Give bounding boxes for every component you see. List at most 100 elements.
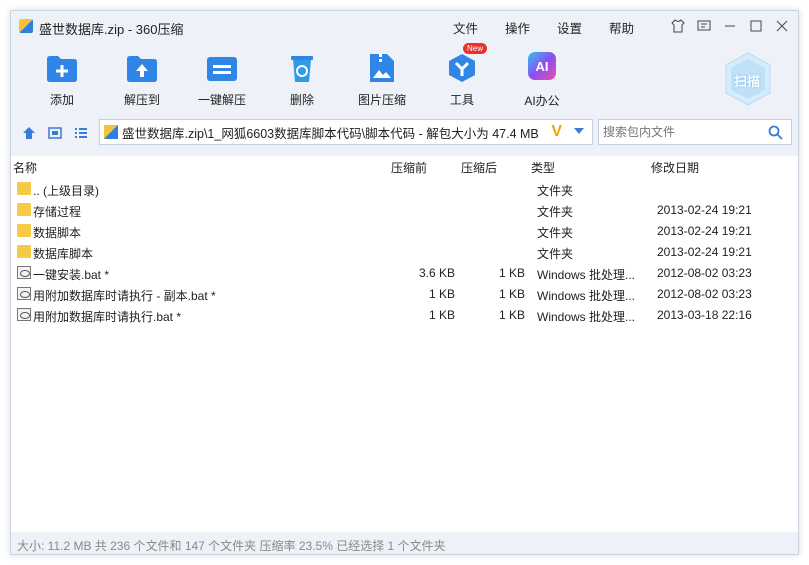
menu-file[interactable]: 文件 xyxy=(453,18,478,37)
column-type[interactable]: 类型 xyxy=(531,159,555,176)
extract-to-button[interactable]: 解压到 xyxy=(107,49,177,108)
minimize-icon[interactable] xyxy=(720,16,740,36)
column-modified[interactable]: 修改日期 xyxy=(651,159,699,176)
menu-operation[interactable]: 操作 xyxy=(505,18,530,37)
batch-file-icon xyxy=(17,287,31,300)
folder-icon xyxy=(17,245,31,258)
file-size-after: 1 KB xyxy=(498,308,525,322)
verified-v-icon: V xyxy=(551,123,562,140)
table-row[interactable]: 数据脚本 文件夹 2013-02-24 19:21 xyxy=(11,220,798,241)
path-text: 盛世数据库.zip\1_网狐6603数据库脚本代码\脚本代码 - 解包大小为 4… xyxy=(122,126,539,141)
file-name: 一键安装.bat * xyxy=(33,268,110,282)
thumbnail-view-icon[interactable] xyxy=(47,125,63,141)
new-badge: New xyxy=(463,43,488,54)
image-compress-icon xyxy=(365,51,399,85)
file-name: 数据脚本 xyxy=(33,226,82,240)
image-compress-button[interactable]: 图片压缩 xyxy=(347,49,417,108)
file-name: 用附加数据库时请执行 - 副本.bat * xyxy=(33,289,216,303)
menu-help[interactable]: 帮助 xyxy=(609,18,634,37)
file-type: Windows 批处理... xyxy=(537,268,636,282)
image-compress-label: 图片压缩 xyxy=(357,93,406,107)
search-input[interactable] xyxy=(599,120,759,144)
tools-button[interactable]: New 工具 xyxy=(427,43,497,108)
one-click-extract-button[interactable]: 一键解压 xyxy=(187,49,257,108)
folder-icon xyxy=(17,203,31,216)
menu-bar: 文件 操作 设置 帮助 xyxy=(453,18,634,37)
folder-icon xyxy=(17,224,31,237)
file-name: .. (上级目录) xyxy=(33,184,99,198)
search-box xyxy=(598,119,792,145)
menu-settings[interactable]: 设置 xyxy=(557,18,582,37)
path-field[interactable]: 盛世数据库.zip\1_网狐6603数据库脚本代码\脚本代码 - 解包大小为 4… xyxy=(99,119,593,145)
add-button[interactable]: 添加 xyxy=(27,49,97,108)
address-bar: 盛世数据库.zip\1_网狐6603数据库脚本代码\脚本代码 - 解包大小为 4… xyxy=(11,119,798,147)
ai-office-icon: AI xyxy=(525,52,559,86)
file-date: 2013-02-24 19:21 xyxy=(657,245,752,259)
batch-file-icon xyxy=(17,308,31,321)
scan-button[interactable]: 扫描 xyxy=(722,51,774,107)
file-type: 文件夹 xyxy=(537,226,574,240)
file-name: 存储过程 xyxy=(33,205,82,219)
column-name[interactable]: 名称 xyxy=(13,159,37,176)
batch-file-icon xyxy=(17,266,31,279)
file-size-before: 1 KB xyxy=(428,287,455,301)
column-size-after[interactable]: 压缩后 xyxy=(461,159,497,176)
file-date: 2012-08-02 03:23 xyxy=(657,266,752,280)
table-row[interactable]: 用附加数据库时请执行.bat * 1 KB 1 KB Windows 批处理... 20… xyxy=(11,304,798,325)
file-size-before: 1 KB xyxy=(428,308,455,322)
delete-button[interactable]: 删除 xyxy=(267,49,337,108)
status-bar: 大小: 11.2 MB 共 236 个文件和 147 个文件夹 压缩率 23.5… xyxy=(17,539,446,553)
search-icon[interactable] xyxy=(768,125,783,140)
one-click-extract-icon xyxy=(205,51,239,85)
file-type: Windows 批处理... xyxy=(537,310,636,324)
file-type: 文件夹 xyxy=(537,205,574,219)
folder-icon xyxy=(17,182,31,195)
file-size-after: 1 KB xyxy=(498,287,525,301)
up-arrow-icon[interactable] xyxy=(21,125,37,141)
one-click-extract-label: 一键解压 xyxy=(197,93,246,107)
ai-logo: AI xyxy=(528,52,556,80)
list-view-icon[interactable] xyxy=(73,125,89,141)
extract-folder-icon xyxy=(125,51,159,85)
file-size-before: 3.6 KB xyxy=(418,266,455,280)
title-bar: 盛世数据库.zip - 360压缩 文件 操作 设置 帮助 xyxy=(11,11,798,41)
maximize-icon[interactable] xyxy=(746,16,766,36)
table-row[interactable]: .. (上级目录) 文件夹 xyxy=(11,178,798,199)
file-size-after: 1 KB xyxy=(498,266,525,280)
zip-archive-icon xyxy=(104,125,118,139)
feedback-icon[interactable] xyxy=(694,16,714,36)
file-name: 数据库脚本 xyxy=(33,247,94,261)
add-label: 添加 xyxy=(49,93,74,107)
scan-label: 扫描 xyxy=(734,74,761,89)
skin-icon[interactable] xyxy=(668,16,688,36)
add-folder-icon xyxy=(45,51,79,85)
app-logo-icon xyxy=(19,19,33,33)
table-row[interactable]: 数据库脚本 文件夹 2013-02-24 19:21 xyxy=(11,241,798,262)
close-icon[interactable] xyxy=(772,16,792,36)
app-window: 盛世数据库.zip - 360压缩 文件 操作 设置 帮助 添加 解压到 一键解… xyxy=(10,10,799,555)
tools-label: 工具 xyxy=(449,93,474,107)
file-type: 文件夹 xyxy=(537,184,574,198)
table-row[interactable]: 存储过程 文件夹 2013-02-24 19:21 xyxy=(11,199,798,220)
file-date: 2013-02-24 19:21 xyxy=(657,203,752,217)
file-date: 2012-08-02 03:23 xyxy=(657,287,752,301)
file-list: 名称 压缩前 压缩后 类型 修改日期 .. (上级目录) 文件夹 存储过程 文件夹 20… xyxy=(11,156,798,532)
file-name: 用附加数据库时请执行.bat * xyxy=(33,310,182,324)
file-type: 文件夹 xyxy=(537,247,574,261)
ai-office-label: AI办公 xyxy=(524,94,560,108)
ai-office-button[interactable]: AI AI办公 xyxy=(507,49,577,109)
recycle-bin-icon xyxy=(285,51,319,85)
file-type: Windows 批处理... xyxy=(537,289,636,303)
column-size-before[interactable]: 压缩前 xyxy=(391,159,427,176)
file-date: 2013-02-24 19:21 xyxy=(657,224,752,238)
window-controls xyxy=(668,16,792,36)
file-date: 2013-03-18 22:16 xyxy=(657,308,752,322)
window-title: 盛世数据库.zip - 360压缩 xyxy=(39,22,184,37)
toolbar: 添加 解压到 一键解压 删除 图片压缩 New 工具 AI AI办公 xyxy=(11,43,798,111)
table-row[interactable]: 用附加数据库时请执行 - 副本.bat * 1 KB 1 KB Windows 批处理… xyxy=(11,283,798,304)
extract-to-label: 解压到 xyxy=(123,93,160,107)
table-row[interactable]: 一键安装.bat * 3.6 KB 1 KB Windows 批处理... 2012-0… xyxy=(11,262,798,283)
path-dropdown-icon[interactable] xyxy=(574,128,584,134)
tools-icon: New xyxy=(445,43,488,85)
list-header: 名称 压缩前 压缩后 类型 修改日期 xyxy=(11,156,798,176)
